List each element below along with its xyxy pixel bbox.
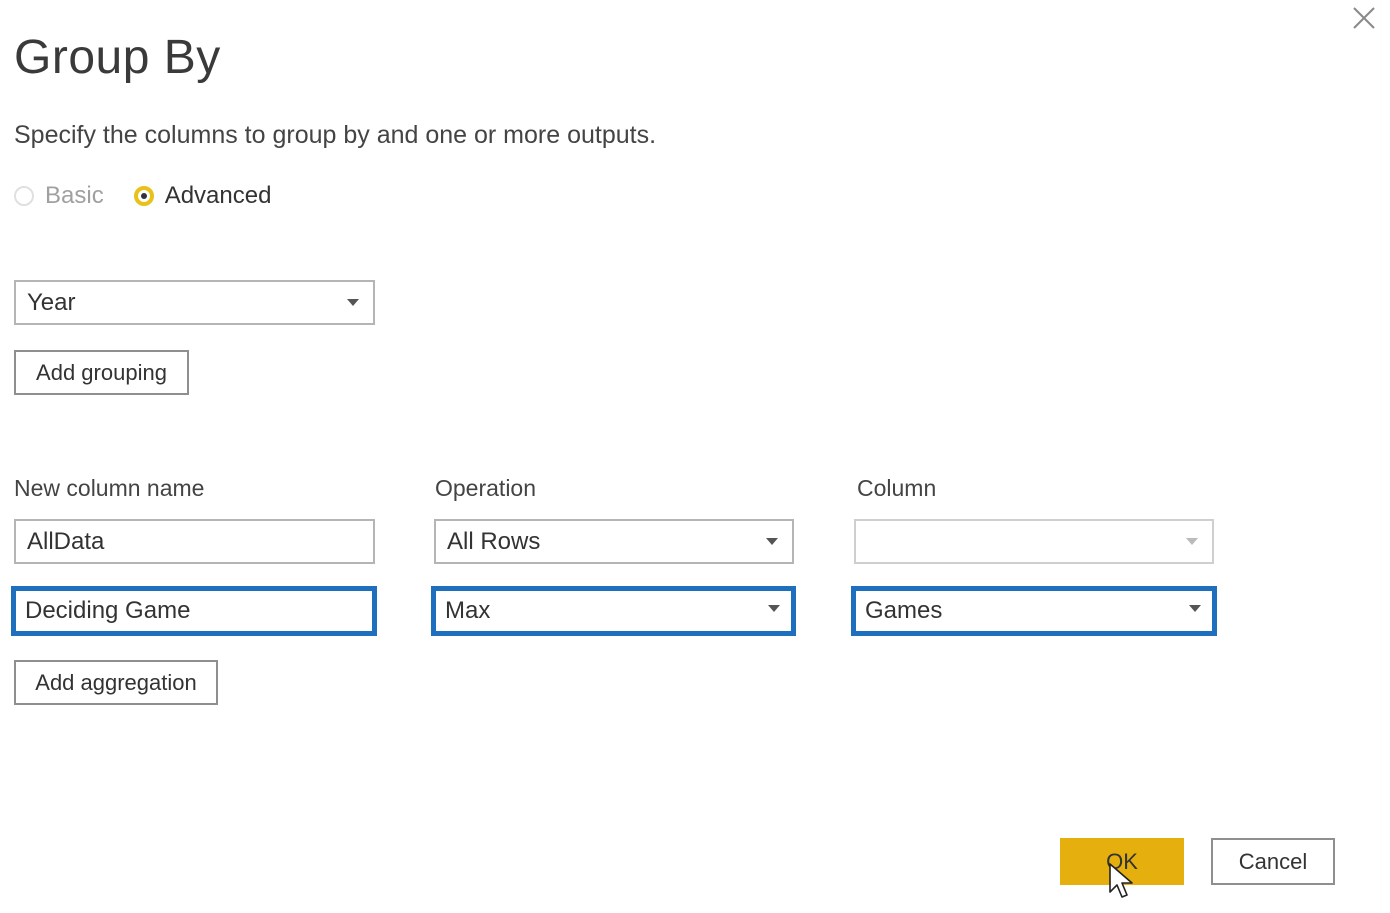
operation-select[interactable]: Max [431, 586, 796, 636]
cancel-button[interactable]: Cancel [1211, 838, 1335, 885]
add-grouping-button[interactable]: Add grouping [14, 350, 189, 395]
operation-value: Max [445, 597, 491, 624]
new-column-name-value: Deciding Game [25, 597, 191, 624]
radio-basic[interactable]: Basic [14, 182, 104, 210]
dialog-subtitle: Specify the columns to group by and one … [14, 121, 657, 149]
mode-radio-group: Basic Advanced [14, 182, 301, 210]
radio-advanced-label: Advanced [164, 182, 272, 209]
close-button[interactable] [1350, 4, 1378, 32]
new-column-name-header: New column name [14, 475, 205, 501]
radio-unchecked-icon [14, 186, 34, 206]
chevron-down-icon [766, 538, 778, 545]
grouping-column-value: Year [27, 288, 76, 316]
operation-select[interactable]: All Rows [434, 519, 794, 564]
chevron-down-icon [347, 299, 359, 306]
grouping-column-select[interactable]: Year [14, 280, 375, 325]
column-header: Column [857, 475, 937, 501]
radio-advanced[interactable]: Advanced [133, 182, 272, 210]
column-select[interactable] [854, 519, 1214, 564]
new-column-name-input[interactable]: Deciding Game [11, 586, 377, 636]
radio-checked-icon [133, 186, 154, 206]
chevron-down-icon [1186, 538, 1198, 545]
column-select[interactable]: Games [851, 586, 1217, 636]
new-column-name-value: AllData [27, 527, 105, 555]
dialog-title: Group By [14, 31, 221, 84]
chevron-down-icon [1189, 605, 1201, 612]
new-column-name-input[interactable]: AllData [14, 519, 375, 564]
operation-value: All Rows [447, 527, 541, 555]
chevron-down-icon [768, 605, 780, 612]
add-aggregation-button[interactable]: Add aggregation [14, 660, 218, 705]
close-icon [1353, 7, 1375, 29]
radio-basic-label: Basic [45, 182, 104, 209]
operation-header: Operation [435, 475, 537, 501]
column-value: Games [865, 597, 943, 624]
ok-button[interactable]: OK [1060, 838, 1184, 885]
